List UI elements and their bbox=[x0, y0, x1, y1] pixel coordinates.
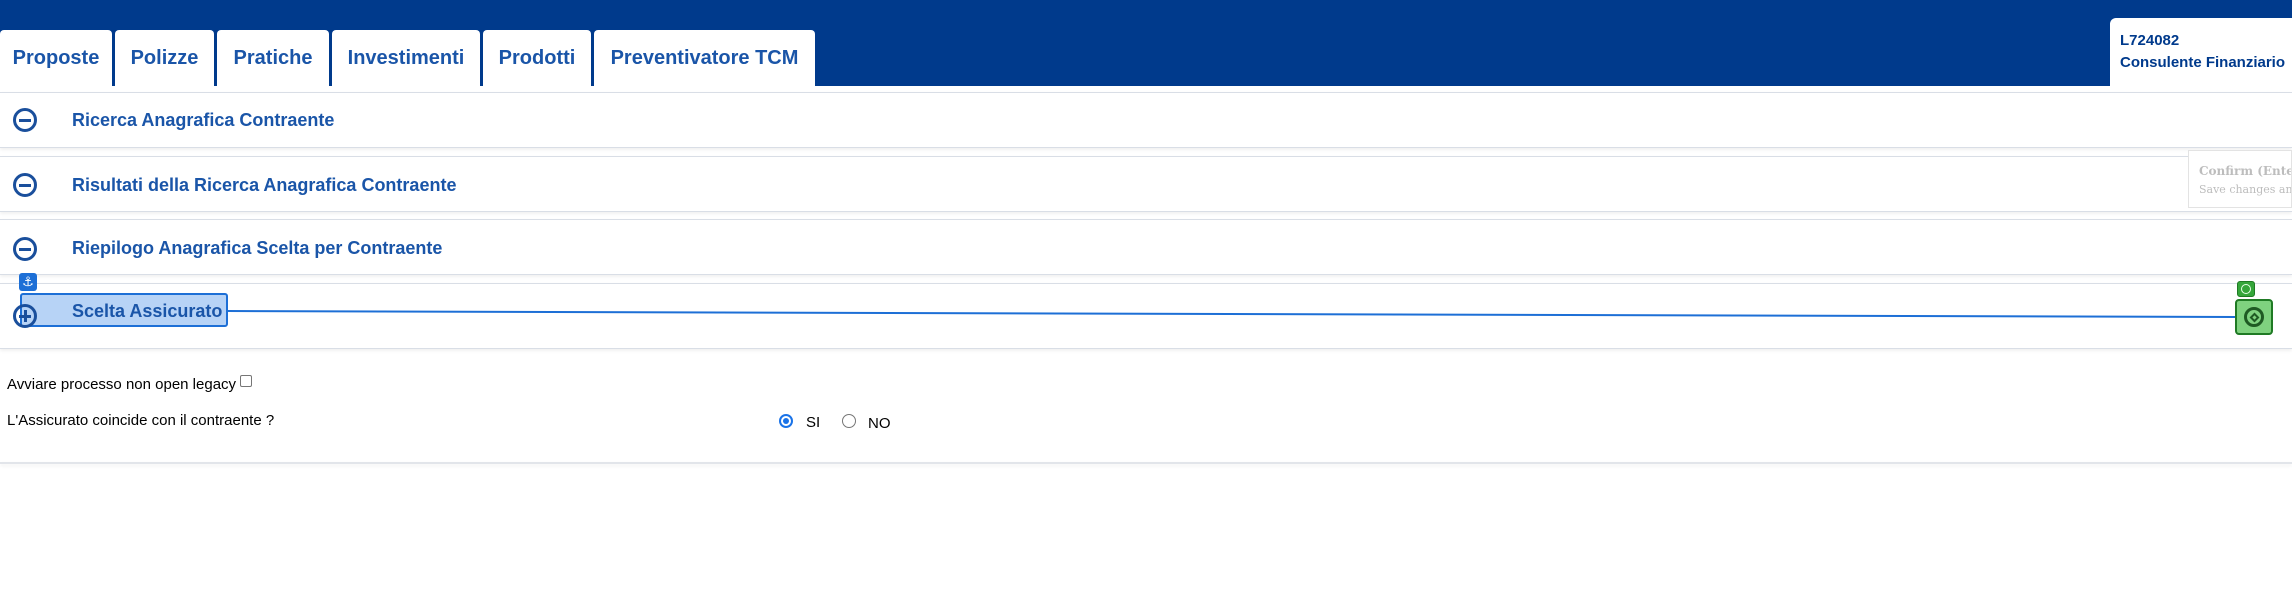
target-small-icon[interactable] bbox=[2237, 281, 2255, 297]
section-title[interactable]: Ricerca Anagrafica Contraente bbox=[72, 110, 334, 131]
section-riepilogo-anagrafica: Riepilogo Anagrafica Scelta per Contraen… bbox=[0, 219, 2292, 275]
tab-pratiche[interactable]: Pratiche bbox=[217, 30, 329, 86]
tab-polizze[interactable]: Polizze bbox=[115, 30, 214, 86]
radio-no[interactable] bbox=[842, 414, 856, 428]
tab-preventivatore-tcm[interactable]: Preventivatore TCM bbox=[594, 30, 815, 86]
section-ricerca-anagrafica: Ricerca Anagrafica Contraente bbox=[0, 92, 2292, 148]
minus-circle-icon[interactable] bbox=[13, 108, 37, 132]
plus-circle-icon[interactable] bbox=[13, 304, 37, 328]
radio-no-label: NO bbox=[868, 415, 891, 432]
anchor-icon: ⚓ bbox=[19, 273, 37, 291]
legacy-row: Avviare processo non open legacy bbox=[7, 375, 253, 393]
legacy-checkbox[interactable] bbox=[240, 375, 253, 387]
section-title-scelta-assicurato[interactable]: Scelta Assicurato bbox=[72, 301, 222, 322]
tooltip-title: Confirm (Enter) bbox=[2199, 164, 2291, 178]
tab-proposte[interactable]: Proposte bbox=[0, 30, 112, 86]
section-scelta-assicurato bbox=[0, 283, 2292, 349]
radio-si-label: SI bbox=[806, 414, 821, 431]
content-divider bbox=[0, 462, 2292, 464]
user-code: L724082 bbox=[2120, 32, 2180, 49]
section-risultati-ricerca: Risultati della Ricerca Anagrafica Contr… bbox=[0, 156, 2292, 212]
legacy-label: Avviare processo non open legacy bbox=[7, 376, 237, 393]
confirm-tooltip: Confirm (Enter) Save changes and bbox=[2188, 150, 2292, 208]
minus-circle-icon[interactable] bbox=[13, 173, 37, 197]
minus-circle-icon[interactable] bbox=[13, 237, 37, 261]
user-info-box: L724082 Consulente Finanziario bbox=[2110, 18, 2292, 86]
tooltip-subtitle: Save changes and bbox=[2199, 183, 2292, 196]
section-title[interactable]: Risultati della Ricerca Anagrafica Contr… bbox=[72, 175, 456, 196]
target-icon[interactable] bbox=[2235, 299, 2273, 335]
section-title[interactable]: Riepilogo Anagrafica Scelta per Contraen… bbox=[72, 238, 442, 259]
radio-si[interactable] bbox=[779, 414, 793, 428]
user-role: Consulente Finanziario bbox=[2120, 54, 2286, 71]
tab-prodotti[interactable]: Prodotti bbox=[483, 30, 591, 86]
insured-question-label: L'Assicurato coincide con il contraente … bbox=[7, 412, 275, 429]
tab-investimenti[interactable]: Investimenti bbox=[332, 30, 480, 86]
main-tabs: Proposte Polizze Pratiche Investimenti P… bbox=[0, 30, 818, 86]
